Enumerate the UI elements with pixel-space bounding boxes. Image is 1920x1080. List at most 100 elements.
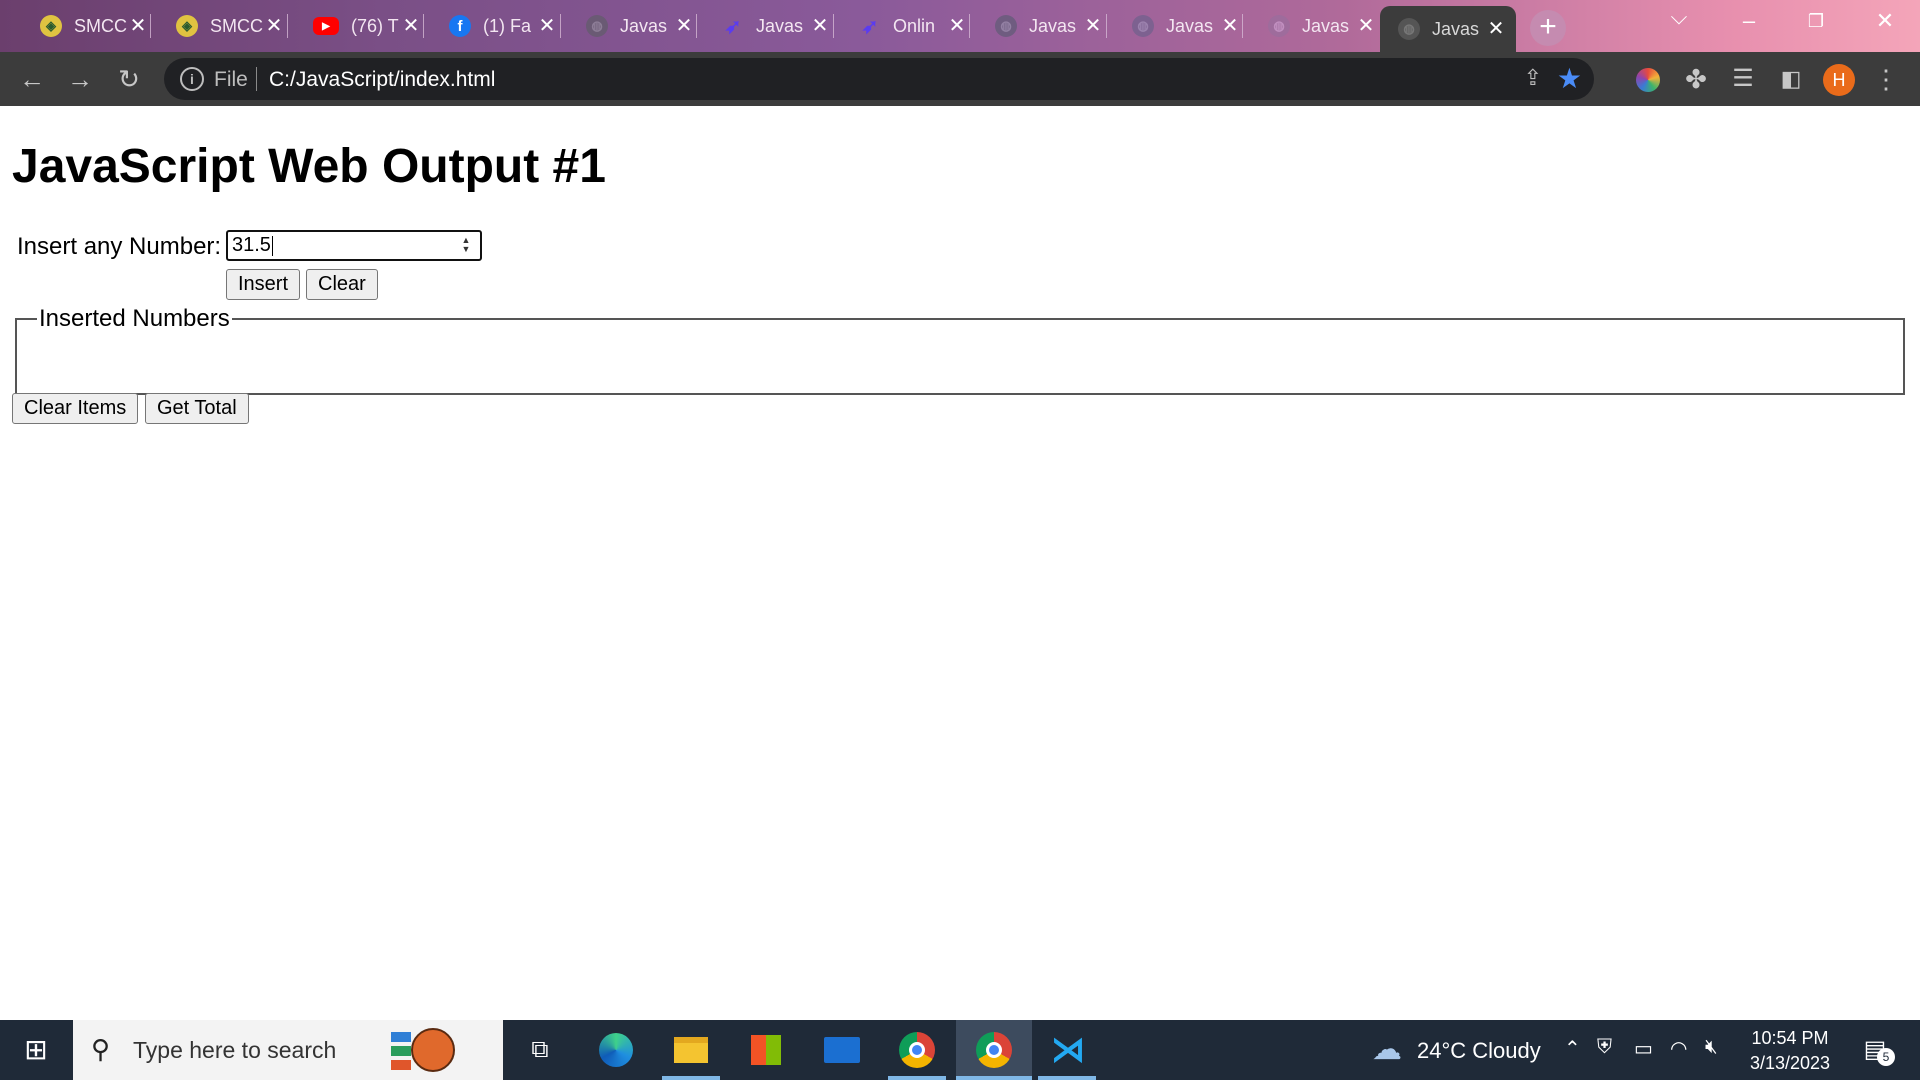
mail-icon[interactable] [822, 1030, 862, 1070]
close-icon[interactable]: ✕ [674, 16, 694, 36]
close-icon[interactable]: ✕ [1220, 16, 1240, 36]
notification-icon[interactable]: ▤ 5 [1855, 1030, 1895, 1070]
reload-button[interactable]: ↻ [113, 64, 145, 96]
tab-javascript-3[interactable]: ◍ Javas ✕ [977, 6, 1113, 46]
running-indicator [956, 1076, 1032, 1080]
tab-title: SMCC [74, 15, 127, 36]
wifi-icon[interactable]: ◠ [1670, 1036, 1687, 1061]
weather-text[interactable]: 24°C Cloudy [1417, 1038, 1541, 1064]
date-text: 3/13/2023 [1749, 1053, 1831, 1073]
globe-icon: ◍ [995, 15, 1017, 37]
tab-youtube[interactable]: ▶ (76) T ✕ [295, 6, 431, 46]
tab-smcc-1[interactable]: ◈ SMCC ✕ [22, 6, 158, 46]
minimize-button[interactable]: – [1734, 8, 1764, 34]
tab-title: (76) T [351, 15, 399, 36]
inserted-numbers-legend: Inserted Numbers [37, 305, 232, 333]
taskbar-search[interactable]: ⚲ Type here to search [73, 1020, 503, 1080]
number-spinner[interactable]: ▲ ▼ [460, 236, 472, 254]
insert-button[interactable]: Insert [226, 269, 301, 300]
store-icon[interactable] [746, 1030, 786, 1070]
edge-icon[interactable] [596, 1030, 636, 1070]
tab-javascript-1[interactable]: ◍ Javas ✕ [568, 6, 704, 46]
youtube-icon: ▶ [313, 17, 339, 35]
windows-taskbar: ⊞ ⚲ Type here to search ⧉ ⋊ ☁ 24°C Cloud… [0, 1020, 1920, 1080]
globe-icon: ◍ [1268, 15, 1290, 37]
menu-kebab-icon[interactable]: ⋮ [1870, 64, 1902, 96]
browser-toolbar: ← → ↻ i File C:/JavaScript/index.html ⇪ … [0, 52, 1920, 106]
feather-icon: ➶ [861, 15, 879, 38]
forward-button[interactable]: → [64, 64, 96, 96]
task-view-icon[interactable]: ⧉ [520, 1030, 560, 1070]
number-input-value: 31.5 [232, 234, 271, 256]
url-text[interactable]: C:/JavaScript/index.html [269, 68, 495, 92]
share-icon[interactable]: ⇪ [1524, 65, 1542, 91]
tab-javascript-5[interactable]: ◍ Javas ✕ [1250, 6, 1386, 46]
page-title: JavaScript Web Output #1 [12, 140, 606, 193]
clear-button[interactable]: Clear [306, 269, 378, 300]
close-icon[interactable]: ✕ [401, 16, 421, 36]
cloud-icon: ☁ [1372, 1033, 1402, 1066]
running-indicator [662, 1076, 720, 1080]
tab-javascript-4[interactable]: ◍ Javas ✕ [1114, 6, 1250, 46]
close-icon[interactable]: ✕ [1486, 19, 1506, 39]
window-close-button[interactable]: ✕ [1870, 8, 1900, 34]
time-text: 10:54 PM [1751, 1028, 1829, 1048]
tab-facebook[interactable]: f (1) Fa ✕ [431, 6, 567, 46]
tab-title: Javas [1432, 18, 1480, 39]
globe-icon: ◍ [586, 15, 608, 37]
battery-icon[interactable]: ▭ [1634, 1036, 1653, 1061]
back-button[interactable]: ← [16, 64, 48, 96]
close-icon[interactable]: ✕ [810, 16, 830, 36]
notification-badge: 5 [1877, 1048, 1895, 1066]
profile-avatar[interactable]: H [1823, 64, 1855, 96]
chrome-icon[interactable] [897, 1030, 937, 1070]
new-tab-button[interactable]: + [1530, 10, 1566, 46]
number-input[interactable]: 31.5 ▲ ▼ [226, 230, 482, 261]
info-icon[interactable]: i [180, 67, 204, 91]
facebook-icon: f [449, 15, 471, 37]
tab-javascript-2[interactable]: ➶ Javas ✕ [704, 6, 840, 46]
side-panel-icon[interactable]: ◧ [1775, 64, 1807, 96]
speaker-muted-icon[interactable]: 🔇︎ [1705, 1036, 1718, 1059]
globe-icon: ◍ [1398, 18, 1420, 40]
close-icon[interactable]: ✕ [128, 16, 148, 36]
divider [256, 67, 257, 91]
close-icon[interactable]: ✕ [264, 16, 284, 36]
reading-list-icon[interactable]: ☰ [1727, 64, 1759, 96]
close-icon[interactable]: ✕ [1083, 16, 1103, 36]
close-icon[interactable]: ✕ [947, 16, 967, 36]
file-explorer-icon[interactable] [671, 1030, 711, 1070]
extensions-puzzle-icon[interactable]: ✤ [1680, 64, 1712, 96]
bookmark-star-icon[interactable]: ★ [1557, 62, 1582, 95]
vscode-icon[interactable]: ⋊ [1048, 1030, 1088, 1070]
get-total-button[interactable]: Get Total [145, 393, 249, 424]
tab-title: Javas [620, 15, 668, 36]
clock[interactable]: 10:54 PM 3/13/2023 [1740, 1026, 1840, 1076]
tab-title: (1) Fa [483, 15, 532, 36]
tab-strip: ◈ SMCC ✕ ◈ SMCC ✕ ▶ (76) T ✕ f (1) Fa ✕ … [0, 0, 1920, 52]
tab-title: Javas [1029, 15, 1077, 36]
close-icon[interactable]: ✕ [1356, 16, 1376, 36]
shield-icon: ◈ [176, 15, 198, 37]
tab-online[interactable]: ➶ Onlin ✕ [841, 6, 977, 46]
tab-javascript-active[interactable]: ◍ Javas ✕ [1380, 6, 1516, 52]
restore-button[interactable]: ❐ [1801, 11, 1831, 32]
chrome-active-icon[interactable] [956, 1020, 1032, 1080]
search-highlight-icon [387, 1028, 455, 1072]
search-icon: ⚲ [91, 1034, 111, 1064]
address-bar[interactable]: i File C:/JavaScript/index.html ⇪ ★ [164, 58, 1594, 100]
running-indicator [1038, 1076, 1096, 1080]
close-icon[interactable]: ✕ [537, 16, 557, 36]
tab-search-icon[interactable]: ⌵ [1664, 4, 1694, 30]
tab-title: SMCC [210, 15, 263, 36]
clear-items-button[interactable]: Clear Items [12, 393, 139, 424]
feather-icon: ➶ [724, 15, 742, 38]
tab-title: Javas [1166, 15, 1214, 36]
windows-start-icon[interactable]: ⊞ [16, 1030, 56, 1070]
chevron-up-icon[interactable]: ⌃ [1564, 1036, 1581, 1061]
number-label: Insert any Number: [17, 233, 222, 260]
color-extension-icon[interactable] [1632, 64, 1664, 96]
tab-smcc-2[interactable]: ◈ SMCC ✕ [158, 6, 294, 46]
globe-icon: ◍ [1132, 15, 1154, 37]
defender-icon[interactable]: ⛨ [1597, 1036, 1612, 1059]
